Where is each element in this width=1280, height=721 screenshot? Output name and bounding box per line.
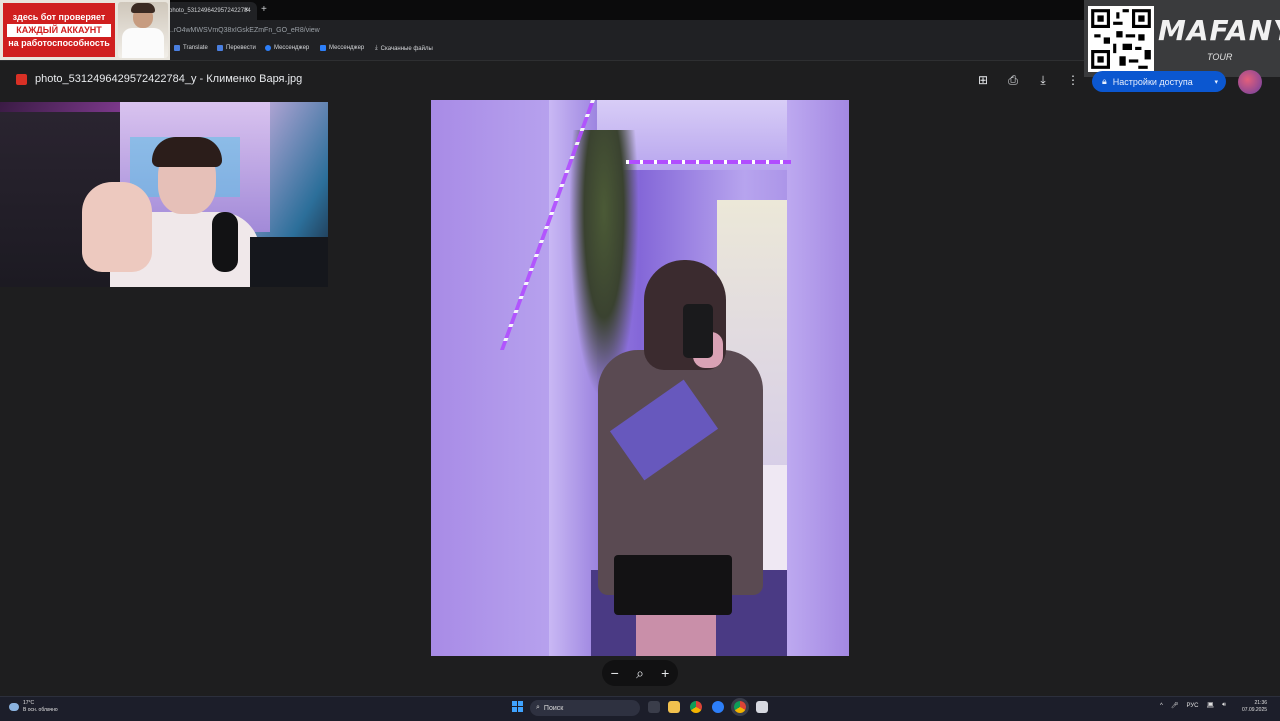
url-field[interactable]: ...rO4wMWSVmQ38xIGskEZmFn_GO_eR8/view (168, 27, 320, 34)
photo-smartphone (683, 304, 713, 358)
webcam-microphone (212, 212, 238, 272)
translate-icon (217, 45, 223, 51)
chevron-down-icon[interactable]: ▾ (1214, 78, 1218, 86)
promo-line-3: на работоспособность (8, 37, 110, 48)
account-avatar[interactable] (1238, 70, 1262, 94)
promo-banner: здесь бот проверяет КАЖДЫЙ АККАУНТ на ра… (3, 3, 115, 57)
chevron-up-icon[interactable]: ^ (1160, 703, 1163, 709)
taskbar-search[interactable]: ⌕ Поиск (530, 700, 640, 716)
bookmark-translate[interactable]: Translate (174, 45, 208, 51)
messenger-icon (265, 45, 271, 51)
zoom-out-button[interactable]: − (611, 665, 619, 681)
taskbar-clock[interactable]: 21:36 07.09.2025 (1242, 700, 1267, 714)
chrome-active-icon[interactable] (734, 701, 746, 713)
lock-icon: 🔒︎ (1102, 76, 1107, 86)
photo-led-lights-ceiling (626, 160, 791, 164)
zoom-magnifier-icon: ⌕ (636, 664, 644, 681)
tab-title: photo_5312496429572422784 (169, 8, 251, 14)
zoom-controls: − ⌕ + (602, 660, 678, 686)
clock-date: 07.09.2025 (1242, 707, 1268, 713)
chrome-icon[interactable] (690, 701, 702, 713)
brand-sub-text: TOUR (1207, 52, 1233, 62)
webcam-streamer-hair (152, 137, 222, 167)
weather-widget[interactable]: 17°C В осн. облачно (9, 700, 58, 714)
file-explorer-icon[interactable] (668, 701, 680, 713)
webcam-desk (250, 237, 328, 287)
search-placeholder: Поиск (543, 704, 564, 712)
telegram-icon[interactable] (712, 701, 724, 713)
taskbar (0, 696, 1280, 721)
zoom-in-button[interactable]: + (661, 665, 669, 681)
bookmark-downloads[interactable]: ⤓ Скачанные файлы (375, 45, 433, 52)
qr-code-icon (1088, 6, 1154, 72)
weather-status: В осн. облачно (23, 707, 58, 713)
translate-icon (174, 45, 180, 51)
vk-icon (320, 45, 326, 51)
volume-icon[interactable]: 🔊︎ (1222, 702, 1226, 709)
cloud-icon (9, 703, 19, 711)
bookmark-messenger-2[interactable]: Мессенджер (320, 45, 364, 51)
print-icon[interactable]: ⎙ (1005, 72, 1021, 88)
bookmark-perevesti[interactable]: Перевести (217, 45, 256, 51)
share-settings-button[interactable]: 🔒︎ Настройки доступа ▾ (1092, 71, 1226, 92)
photo-preview[interactable] (431, 100, 849, 656)
download-icon: ⤓ (375, 45, 378, 51)
clock-time: 21:36 (1254, 700, 1268, 706)
promo-line-2: КАЖДЫЙ АККАУНТ (7, 23, 111, 37)
add-shortcut-icon[interactable]: ⊞ (975, 72, 991, 88)
photo-person-shorts (614, 555, 732, 615)
promo-line-1: здесь бот проверяет (12, 11, 106, 22)
brand-logo-text: MAFANYA (1158, 14, 1280, 47)
share-label: Настройки доступа (1112, 76, 1193, 87)
network-icon[interactable]: 💻︎ (1206, 702, 1214, 709)
new-tab-button[interactable]: + (261, 4, 267, 15)
system-tray: ^ 🎤︎ РУС 💻︎ 🔊︎ (1160, 702, 1226, 709)
download-icon[interactable]: ⤓ (1035, 72, 1051, 88)
promo-person-body (122, 28, 164, 58)
tab-close-icon[interactable]: × (244, 5, 249, 14)
more-options-icon[interactable]: ⋮ (1065, 72, 1081, 88)
app-window-icon[interactable] (756, 701, 768, 713)
photo-mirror-frame (787, 100, 849, 656)
webcam-overlay (0, 102, 328, 287)
language-indicator[interactable]: РУС (1186, 703, 1198, 709)
webcam-streamer-hand (82, 182, 152, 272)
windows-start-icon[interactable] (512, 701, 524, 713)
promo-person-hair (131, 3, 155, 13)
task-view-icon[interactable] (648, 701, 660, 713)
temperature: 17°C (23, 700, 35, 706)
file-title: photo_5312496429572422784_y - Клименко В… (35, 73, 303, 85)
search-icon: ⌕ (536, 704, 540, 711)
microphone-icon[interactable]: 🎤︎ (1171, 702, 1179, 709)
image-file-icon (16, 74, 27, 85)
bookmark-messenger-1[interactable]: Мессенджер (265, 45, 309, 51)
